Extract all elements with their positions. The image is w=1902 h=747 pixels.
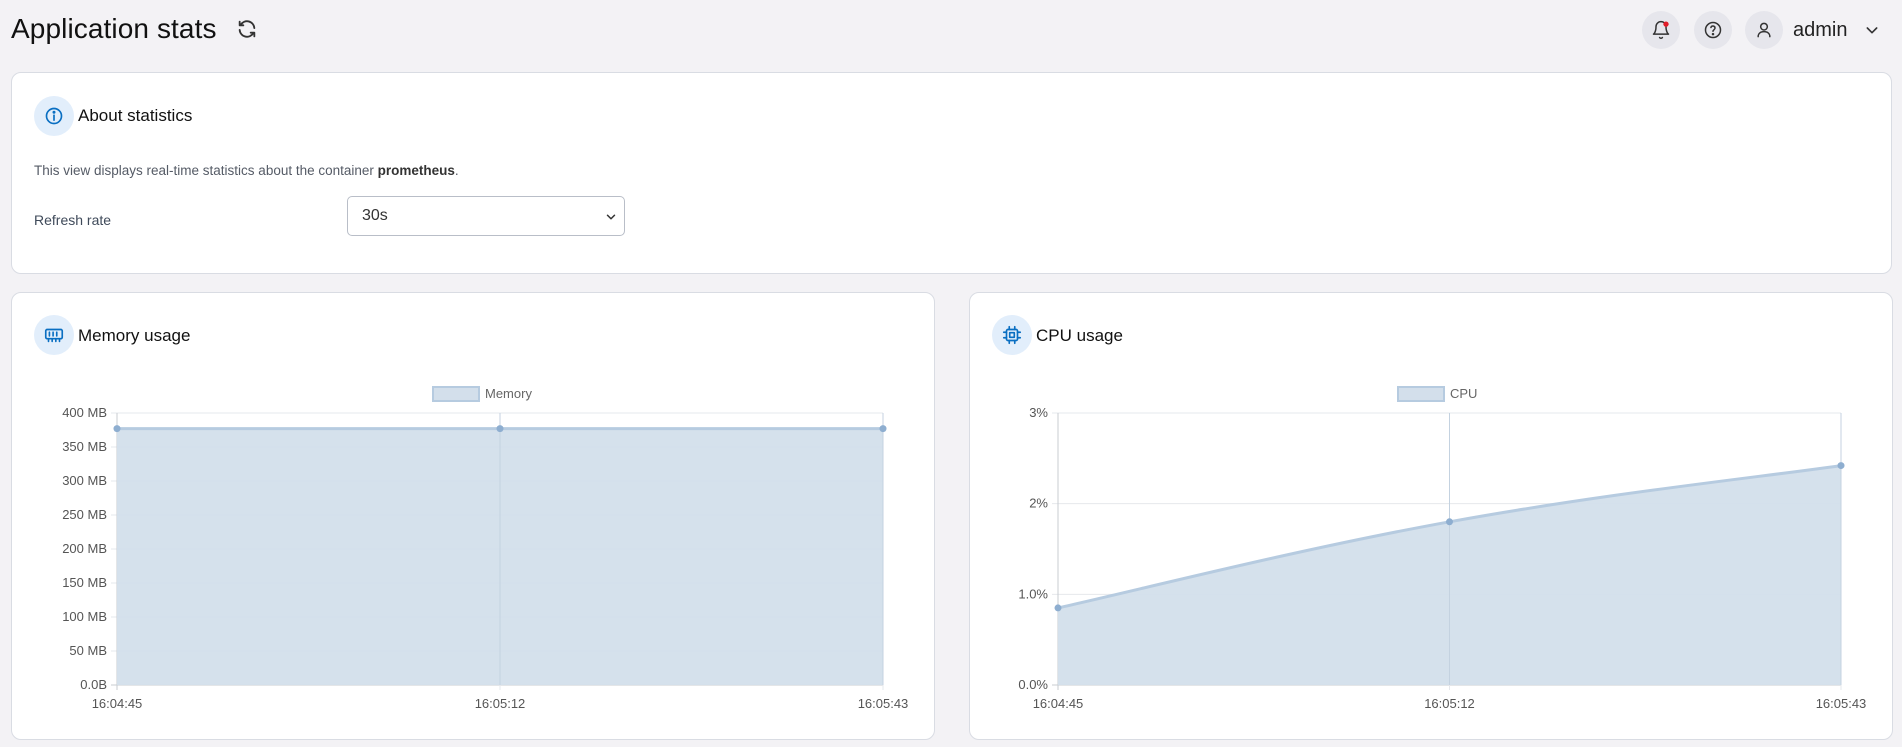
about-title: About statistics xyxy=(78,106,193,125)
bell-icon xyxy=(1652,20,1670,40)
memory-chart: Memory 0.0B 50 MB 100 MB 150 MB 200 MB 250 MB 3… xyxy=(62,386,909,711)
help-button[interactable] xyxy=(1694,11,1732,49)
refresh-rate-label: Refresh rate xyxy=(34,212,112,228)
y-tick-label: 50 MB xyxy=(69,643,107,658)
y-tick-label: 300 MB xyxy=(62,473,107,488)
y-tick-label: 0.0% xyxy=(1018,677,1048,692)
data-point xyxy=(1837,462,1845,470)
data-point xyxy=(496,425,504,433)
legend-label: CPU xyxy=(1450,386,1477,401)
cpu-usage-card: CPU usage CPU 0.0% 1.0% 2% 3% 16:04:45 16:05:1… xyxy=(969,292,1893,740)
notification-dot xyxy=(1663,21,1669,27)
data-point xyxy=(113,425,121,433)
info-icon xyxy=(45,107,63,125)
cpu-chart: CPU 0.0% 1.0% 2% 3% 16:04:45 16:05:12 16:05:43 xyxy=(1018,386,1867,711)
refresh-rate-select[interactable]: 30s xyxy=(347,196,625,236)
legend-label: Memory xyxy=(485,386,532,401)
page-title: Application stats xyxy=(11,13,217,44)
y-tick-label: 200 MB xyxy=(62,541,107,556)
y-tick-label: 400 MB xyxy=(62,405,107,420)
user-icon xyxy=(1757,22,1771,38)
y-tick-label: 250 MB xyxy=(62,507,107,522)
legend-swatch xyxy=(432,386,480,402)
y-tick-label: 150 MB xyxy=(62,575,107,590)
chevron-down-icon[interactable] xyxy=(1864,22,1880,38)
x-tick-label: 16:05:12 xyxy=(1424,696,1475,711)
y-tick-label: 0.0B xyxy=(80,677,107,692)
data-point xyxy=(1054,604,1062,612)
y-tick-label: 350 MB xyxy=(62,439,107,454)
help-icon xyxy=(1704,21,1722,39)
refresh-rate-value: 30s xyxy=(362,207,388,224)
x-tick-label: 16:04:45 xyxy=(92,696,143,711)
about-description: This view displays real-time statistics … xyxy=(34,163,459,178)
notifications-button[interactable] xyxy=(1642,11,1680,49)
user-name[interactable]: admin xyxy=(1793,19,1847,42)
y-tick-label: 1.0% xyxy=(1018,586,1048,601)
x-tick-label: 16:05:12 xyxy=(475,696,526,711)
container-name: prometheus xyxy=(377,163,455,178)
data-point xyxy=(1446,518,1453,526)
legend-swatch xyxy=(1397,386,1445,402)
data-point xyxy=(879,425,887,433)
y-tick-label: 2% xyxy=(1029,496,1048,511)
x-tick-label: 16:05:43 xyxy=(858,696,909,711)
about-statistics-card: About statistics This view displays real… xyxy=(11,72,1892,274)
about-icon-badge xyxy=(34,96,74,136)
x-tick-label: 16:04:45 xyxy=(1033,696,1084,711)
chevron-down-icon xyxy=(606,214,616,220)
refresh-icon[interactable] xyxy=(236,18,258,40)
user-menu-avatar[interactable] xyxy=(1745,11,1783,49)
y-tick-label: 100 MB xyxy=(62,609,107,624)
memory-usage-card: Memory usage Memory 0.0B 50 MB 100 MB 150 MB… xyxy=(11,292,935,740)
page-header: Application stats admin xyxy=(0,0,1902,60)
x-tick-label: 16:05:43 xyxy=(1816,696,1867,711)
y-tick-label: 3% xyxy=(1029,405,1048,420)
